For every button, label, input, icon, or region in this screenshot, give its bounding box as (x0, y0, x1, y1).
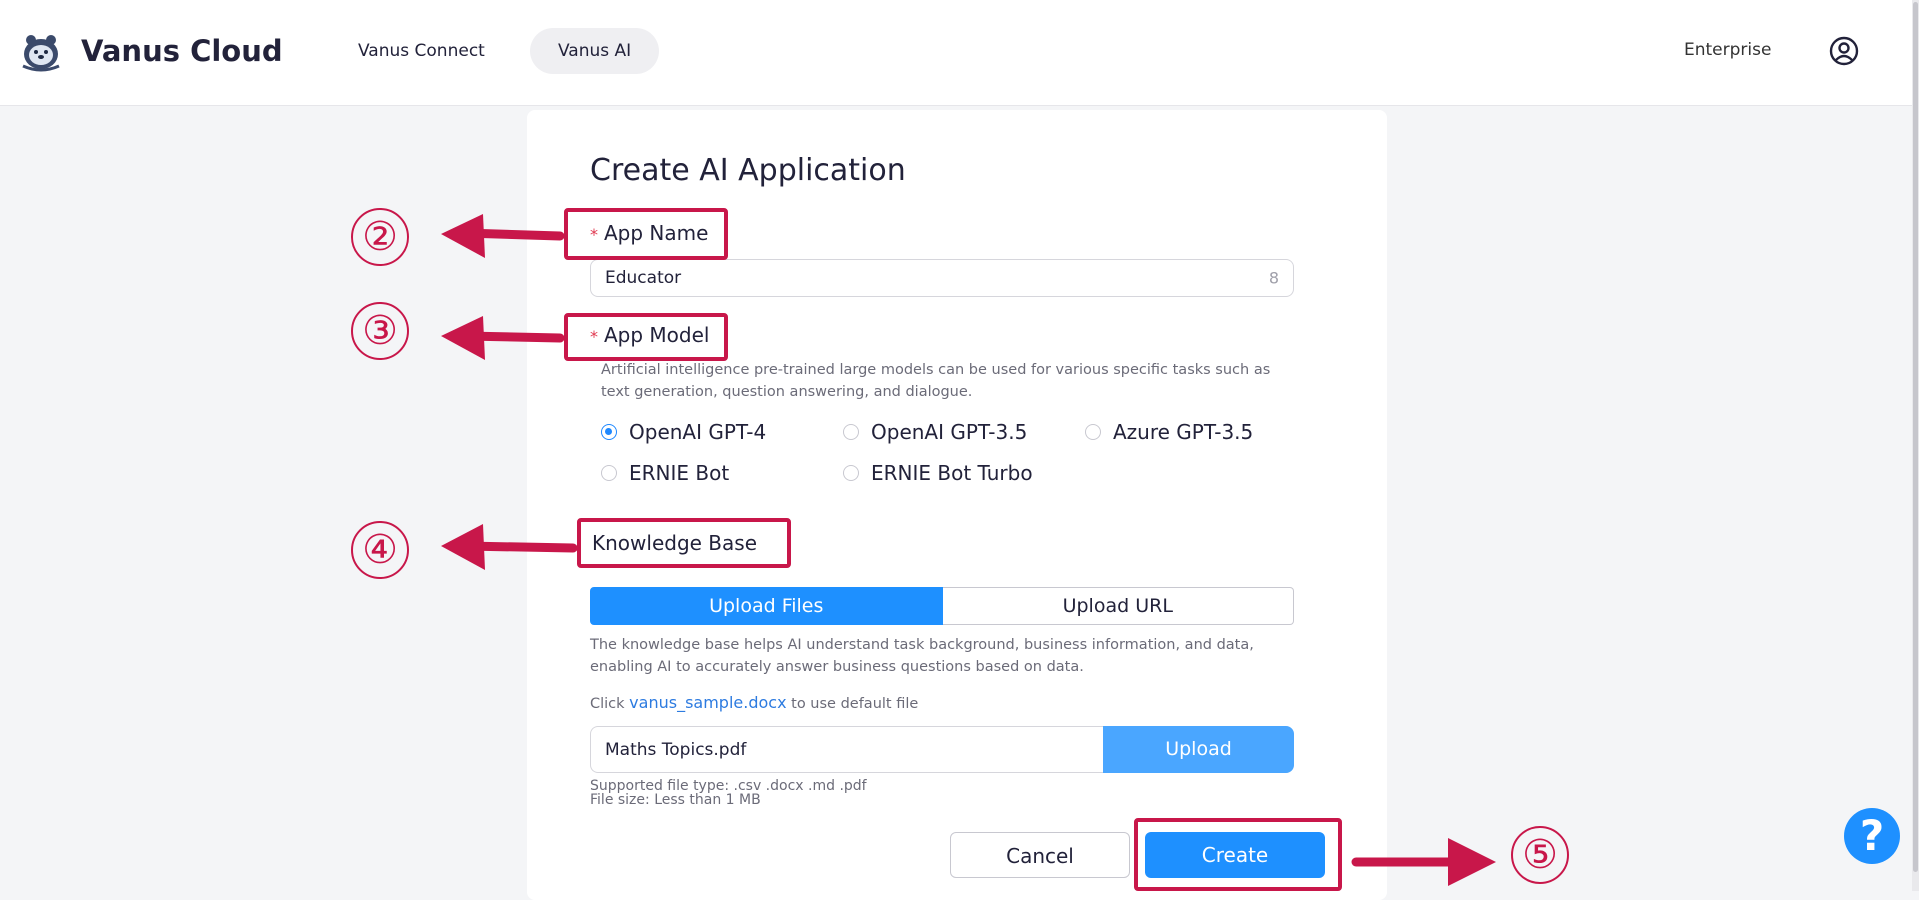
tab-upload-files[interactable]: Upload Files (590, 587, 943, 625)
annotation-number-3: ③ (351, 302, 409, 360)
tab-upload-url[interactable]: Upload URL (942, 587, 1294, 625)
cancel-button[interactable]: Cancel (950, 832, 1130, 878)
annotation-arrow-left-icon (441, 524, 577, 570)
app-name-value: Educator (605, 268, 682, 288)
user-account-icon[interactable] (1829, 36, 1859, 66)
highlight-app-name (564, 208, 728, 260)
app-model-help: Artificial intelligence pre-trained larg… (601, 362, 1271, 400)
highlight-create-button (1134, 818, 1342, 891)
nav-vanus-ai[interactable]: Vanus AI (530, 28, 660, 74)
radio-unchecked-icon[interactable] (601, 465, 617, 481)
annotation-number-5: ⑤ (1511, 826, 1569, 884)
sample-suffix: to use default file (791, 696, 919, 712)
brand-name[interactable]: Vanus Cloud (81, 34, 283, 68)
page-title: Create AI Application (590, 153, 906, 188)
upload-button[interactable]: Upload (1103, 726, 1294, 773)
model-option-label: Azure GPT-3.5 (1113, 420, 1254, 444)
app-name-input[interactable]: Educator 8 (590, 259, 1294, 297)
otter-logo-icon[interactable] (19, 30, 63, 72)
nav-enterprise[interactable]: Enterprise (1684, 40, 1771, 60)
model-option-label: OpenAI GPT-3.5 (871, 420, 1028, 444)
file-name-field[interactable]: Maths Topics.pdf (590, 726, 1104, 773)
model-option-ernie-bot[interactable]: ERNIE Bot (601, 461, 729, 485)
model-option-label: ERNIE Bot (629, 461, 730, 485)
model-option-ernie-bot-turbo[interactable]: ERNIE Bot Turbo (843, 461, 1033, 485)
model-option-azure-gpt35[interactable]: Azure GPT-3.5 (1085, 420, 1253, 444)
radio-unchecked-icon[interactable] (843, 424, 859, 440)
annotation-arrow-right-icon (1351, 838, 1496, 886)
page-scrollbar[interactable] (1912, 0, 1919, 891)
model-option-label: ERNIE Bot Turbo (871, 461, 1033, 485)
sample-prefix: Click (590, 696, 625, 712)
top-header: Vanus Cloud Vanus Connect Vanus AI Enter… (0, 0, 1919, 106)
knowledge-base-help: The knowledge base helps AI understand t… (590, 637, 1254, 675)
sample-file-link[interactable]: vanus_sample.docx (629, 693, 786, 712)
annotation-arrow-left-icon (441, 316, 565, 360)
annotation-number-4: ④ (351, 521, 409, 579)
nav-vanus-connect[interactable]: Vanus Connect (330, 28, 513, 74)
model-option-openai-gpt35[interactable]: OpenAI GPT-3.5 (843, 420, 1027, 444)
model-option-label: OpenAI GPT-4 (629, 420, 767, 444)
annotation-number-2: ② (351, 208, 409, 266)
app-name-char-count: 8 (1268, 268, 1279, 288)
model-option-openai-gpt4[interactable]: OpenAI GPT-4 (601, 420, 766, 444)
radio-checked-icon[interactable] (601, 424, 617, 440)
file-size-limit: File size: Less than 1 MB (590, 792, 761, 808)
highlight-knowledge-base (577, 518, 791, 568)
upload-mode-tabs: Upload Files Upload URL (590, 587, 1294, 625)
file-name-value: Maths Topics.pdf (605, 739, 747, 760)
annotation-arrow-left-icon (441, 214, 565, 258)
highlight-app-model (564, 313, 728, 361)
scrollbar-thumb[interactable] (1913, 2, 1918, 872)
radio-unchecked-icon[interactable] (843, 465, 859, 481)
help-question-icon[interactable]: ? (1844, 808, 1900, 864)
radio-unchecked-icon[interactable] (1085, 424, 1101, 440)
file-upload-group: Maths Topics.pdf Upload (590, 726, 1294, 773)
sample-file-hint: Click vanus_sample.docx to use default f… (590, 692, 1310, 715)
